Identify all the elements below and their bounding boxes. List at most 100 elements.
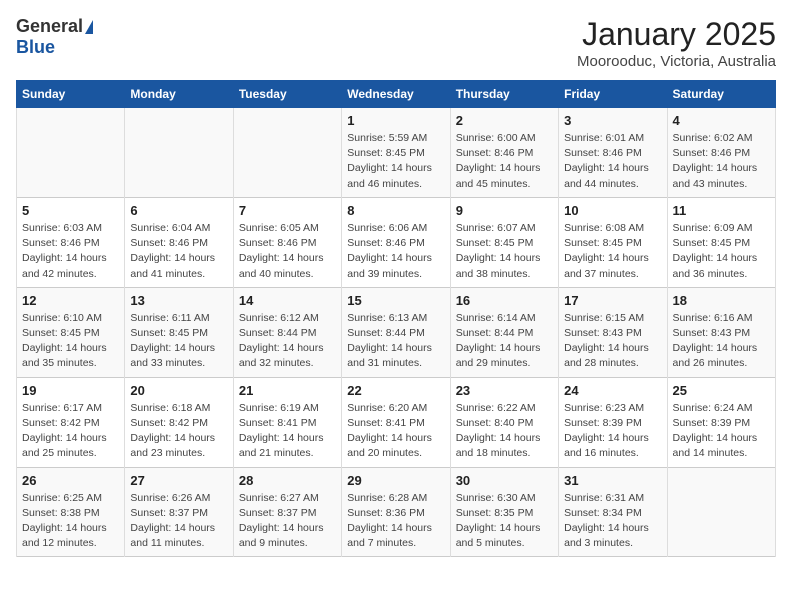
calendar-cell: 6 Sunrise: 6:04 AM Sunset: 8:46 PM Daylig… bbox=[125, 197, 233, 287]
day-number: 23 bbox=[456, 383, 553, 398]
calendar-cell: 19 Sunrise: 6:17 AM Sunset: 8:42 PM Dayli… bbox=[17, 377, 125, 467]
day-number: 25 bbox=[673, 383, 770, 398]
calendar-cell: 16 Sunrise: 6:14 AM Sunset: 8:44 PM Dayli… bbox=[450, 287, 558, 377]
day-info: Sunrise: 6:02 AM Sunset: 8:46 PM Dayligh… bbox=[673, 131, 770, 192]
day-info: Sunrise: 6:30 AM Sunset: 8:35 PM Dayligh… bbox=[456, 491, 553, 552]
day-info: Sunrise: 6:09 AM Sunset: 8:45 PM Dayligh… bbox=[673, 221, 770, 282]
calendar-cell bbox=[233, 108, 341, 198]
calendar-cell: 21 Sunrise: 6:19 AM Sunset: 8:41 PM Dayli… bbox=[233, 377, 341, 467]
day-info: Sunrise: 6:20 AM Sunset: 8:41 PM Dayligh… bbox=[347, 401, 444, 462]
calendar-cell bbox=[125, 108, 233, 198]
calendar-week-row: 26 Sunrise: 6:25 AM Sunset: 8:38 PM Dayli… bbox=[17, 467, 776, 557]
calendar-cell: 27 Sunrise: 6:26 AM Sunset: 8:37 PM Dayli… bbox=[125, 467, 233, 557]
day-info: Sunrise: 6:03 AM Sunset: 8:46 PM Dayligh… bbox=[22, 221, 119, 282]
day-number: 10 bbox=[564, 203, 661, 218]
calendar-week-row: 19 Sunrise: 6:17 AM Sunset: 8:42 PM Dayli… bbox=[17, 377, 776, 467]
day-info: Sunrise: 6:26 AM Sunset: 8:37 PM Dayligh… bbox=[130, 491, 227, 552]
day-number: 6 bbox=[130, 203, 227, 218]
day-info: Sunrise: 6:07 AM Sunset: 8:45 PM Dayligh… bbox=[456, 221, 553, 282]
calendar-cell: 4 Sunrise: 6:02 AM Sunset: 8:46 PM Daylig… bbox=[667, 108, 775, 198]
day-info: Sunrise: 6:11 AM Sunset: 8:45 PM Dayligh… bbox=[130, 311, 227, 372]
calendar-cell: 25 Sunrise: 6:24 AM Sunset: 8:39 PM Dayli… bbox=[667, 377, 775, 467]
day-number: 30 bbox=[456, 473, 553, 488]
calendar-cell: 10 Sunrise: 6:08 AM Sunset: 8:45 PM Dayli… bbox=[559, 197, 667, 287]
day-info: Sunrise: 6:10 AM Sunset: 8:45 PM Dayligh… bbox=[22, 311, 119, 372]
calendar-cell: 2Sunrise: 6:00 AM Sunset: 8:46 PM Daylig… bbox=[450, 108, 558, 198]
day-number: 4 bbox=[673, 113, 770, 128]
day-info: Sunrise: 6:24 AM Sunset: 8:39 PM Dayligh… bbox=[673, 401, 770, 462]
calendar-cell: 5 Sunrise: 6:03 AM Sunset: 8:46 PM Daylig… bbox=[17, 197, 125, 287]
col-header-sunday: Sunday bbox=[17, 81, 125, 108]
logo-triangle-icon bbox=[85, 20, 93, 34]
day-info: Sunrise: 6:17 AM Sunset: 8:42 PM Dayligh… bbox=[22, 401, 119, 462]
day-number: 5 bbox=[22, 203, 119, 218]
col-header-monday: Monday bbox=[125, 81, 233, 108]
calendar-cell: 9Sunrise: 6:07 AM Sunset: 8:45 PM Daylig… bbox=[450, 197, 558, 287]
day-number: 19 bbox=[22, 383, 119, 398]
logo: General Blue bbox=[16, 16, 93, 58]
calendar-week-row: 5 Sunrise: 6:03 AM Sunset: 8:46 PM Daylig… bbox=[17, 197, 776, 287]
day-info: Sunrise: 6:16 AM Sunset: 8:43 PM Dayligh… bbox=[673, 311, 770, 372]
calendar-header-row: SundayMondayTuesdayWednesdayThursdayFrid… bbox=[17, 81, 776, 108]
calendar-cell: 14Sunrise: 6:12 AM Sunset: 8:44 PM Dayli… bbox=[233, 287, 341, 377]
calendar-cell: 29Sunrise: 6:28 AM Sunset: 8:36 PM Dayli… bbox=[342, 467, 450, 557]
calendar-week-row: 1Sunrise: 5:59 AM Sunset: 8:45 PM Daylig… bbox=[17, 108, 776, 198]
col-header-saturday: Saturday bbox=[667, 81, 775, 108]
day-info: Sunrise: 6:23 AM Sunset: 8:39 PM Dayligh… bbox=[564, 401, 661, 462]
day-info: Sunrise: 6:13 AM Sunset: 8:44 PM Dayligh… bbox=[347, 311, 444, 372]
calendar-cell: 13 Sunrise: 6:11 AM Sunset: 8:45 PM Dayli… bbox=[125, 287, 233, 377]
logo-general-text: General bbox=[16, 16, 83, 37]
day-number: 1 bbox=[347, 113, 444, 128]
day-number: 28 bbox=[239, 473, 336, 488]
day-info: Sunrise: 6:19 AM Sunset: 8:41 PM Dayligh… bbox=[239, 401, 336, 462]
calendar-cell: 24 Sunrise: 6:23 AM Sunset: 8:39 PM Dayli… bbox=[559, 377, 667, 467]
calendar-cell: 7Sunrise: 6:05 AM Sunset: 8:46 PM Daylig… bbox=[233, 197, 341, 287]
day-info: Sunrise: 6:04 AM Sunset: 8:46 PM Dayligh… bbox=[130, 221, 227, 282]
calendar-cell: 3 Sunrise: 6:01 AM Sunset: 8:46 PM Daylig… bbox=[559, 108, 667, 198]
day-info: Sunrise: 6:25 AM Sunset: 8:38 PM Dayligh… bbox=[22, 491, 119, 552]
day-number: 17 bbox=[564, 293, 661, 308]
calendar-cell: 18Sunrise: 6:16 AM Sunset: 8:43 PM Dayli… bbox=[667, 287, 775, 377]
day-info: Sunrise: 6:27 AM Sunset: 8:37 PM Dayligh… bbox=[239, 491, 336, 552]
title-block: January 2025 Moorooduc, Victoria, Austra… bbox=[577, 16, 776, 70]
day-info: Sunrise: 6:00 AM Sunset: 8:46 PM Dayligh… bbox=[456, 131, 553, 192]
logo-blue-text: Blue bbox=[16, 37, 55, 58]
day-number: 11 bbox=[673, 203, 770, 218]
day-info: Sunrise: 6:15 AM Sunset: 8:43 PM Dayligh… bbox=[564, 311, 661, 372]
calendar-cell: 17 Sunrise: 6:15 AM Sunset: 8:43 PM Dayli… bbox=[559, 287, 667, 377]
calendar-cell: 30 Sunrise: 6:30 AM Sunset: 8:35 PM Dayli… bbox=[450, 467, 558, 557]
day-number: 16 bbox=[456, 293, 553, 308]
calendar-cell: 22 Sunrise: 6:20 AM Sunset: 8:41 PM Dayli… bbox=[342, 377, 450, 467]
day-info: Sunrise: 6:01 AM Sunset: 8:46 PM Dayligh… bbox=[564, 131, 661, 192]
calendar-cell: 11 Sunrise: 6:09 AM Sunset: 8:45 PM Dayli… bbox=[667, 197, 775, 287]
day-number: 26 bbox=[22, 473, 119, 488]
day-info: Sunrise: 6:08 AM Sunset: 8:45 PM Dayligh… bbox=[564, 221, 661, 282]
col-header-wednesday: Wednesday bbox=[342, 81, 450, 108]
day-number: 12 bbox=[22, 293, 119, 308]
day-number: 15 bbox=[347, 293, 444, 308]
day-number: 8 bbox=[347, 203, 444, 218]
calendar-cell: 28 Sunrise: 6:27 AM Sunset: 8:37 PM Dayli… bbox=[233, 467, 341, 557]
calendar-cell: 12 Sunrise: 6:10 AM Sunset: 8:45 PM Dayli… bbox=[17, 287, 125, 377]
day-info: Sunrise: 6:14 AM Sunset: 8:44 PM Dayligh… bbox=[456, 311, 553, 372]
calendar-cell: 23Sunrise: 6:22 AM Sunset: 8:40 PM Dayli… bbox=[450, 377, 558, 467]
day-number: 14 bbox=[239, 293, 336, 308]
day-info: Sunrise: 6:28 AM Sunset: 8:36 PM Dayligh… bbox=[347, 491, 444, 552]
day-number: 31 bbox=[564, 473, 661, 488]
day-number: 27 bbox=[130, 473, 227, 488]
day-number: 22 bbox=[347, 383, 444, 398]
calendar-cell: 20 Sunrise: 6:18 AM Sunset: 8:42 PM Dayli… bbox=[125, 377, 233, 467]
day-number: 3 bbox=[564, 113, 661, 128]
col-header-friday: Friday bbox=[559, 81, 667, 108]
day-number: 24 bbox=[564, 383, 661, 398]
calendar-cell bbox=[17, 108, 125, 198]
calendar-cell: 26 Sunrise: 6:25 AM Sunset: 8:38 PM Dayli… bbox=[17, 467, 125, 557]
day-number: 20 bbox=[130, 383, 227, 398]
col-header-tuesday: Tuesday bbox=[233, 81, 341, 108]
day-number: 13 bbox=[130, 293, 227, 308]
day-number: 21 bbox=[239, 383, 336, 398]
col-header-thursday: Thursday bbox=[450, 81, 558, 108]
day-info: Sunrise: 6:18 AM Sunset: 8:42 PM Dayligh… bbox=[130, 401, 227, 462]
day-info: Sunrise: 6:31 AM Sunset: 8:34 PM Dayligh… bbox=[564, 491, 661, 552]
page-header: General Blue January 2025 Moorooduc, Vic… bbox=[16, 16, 776, 70]
